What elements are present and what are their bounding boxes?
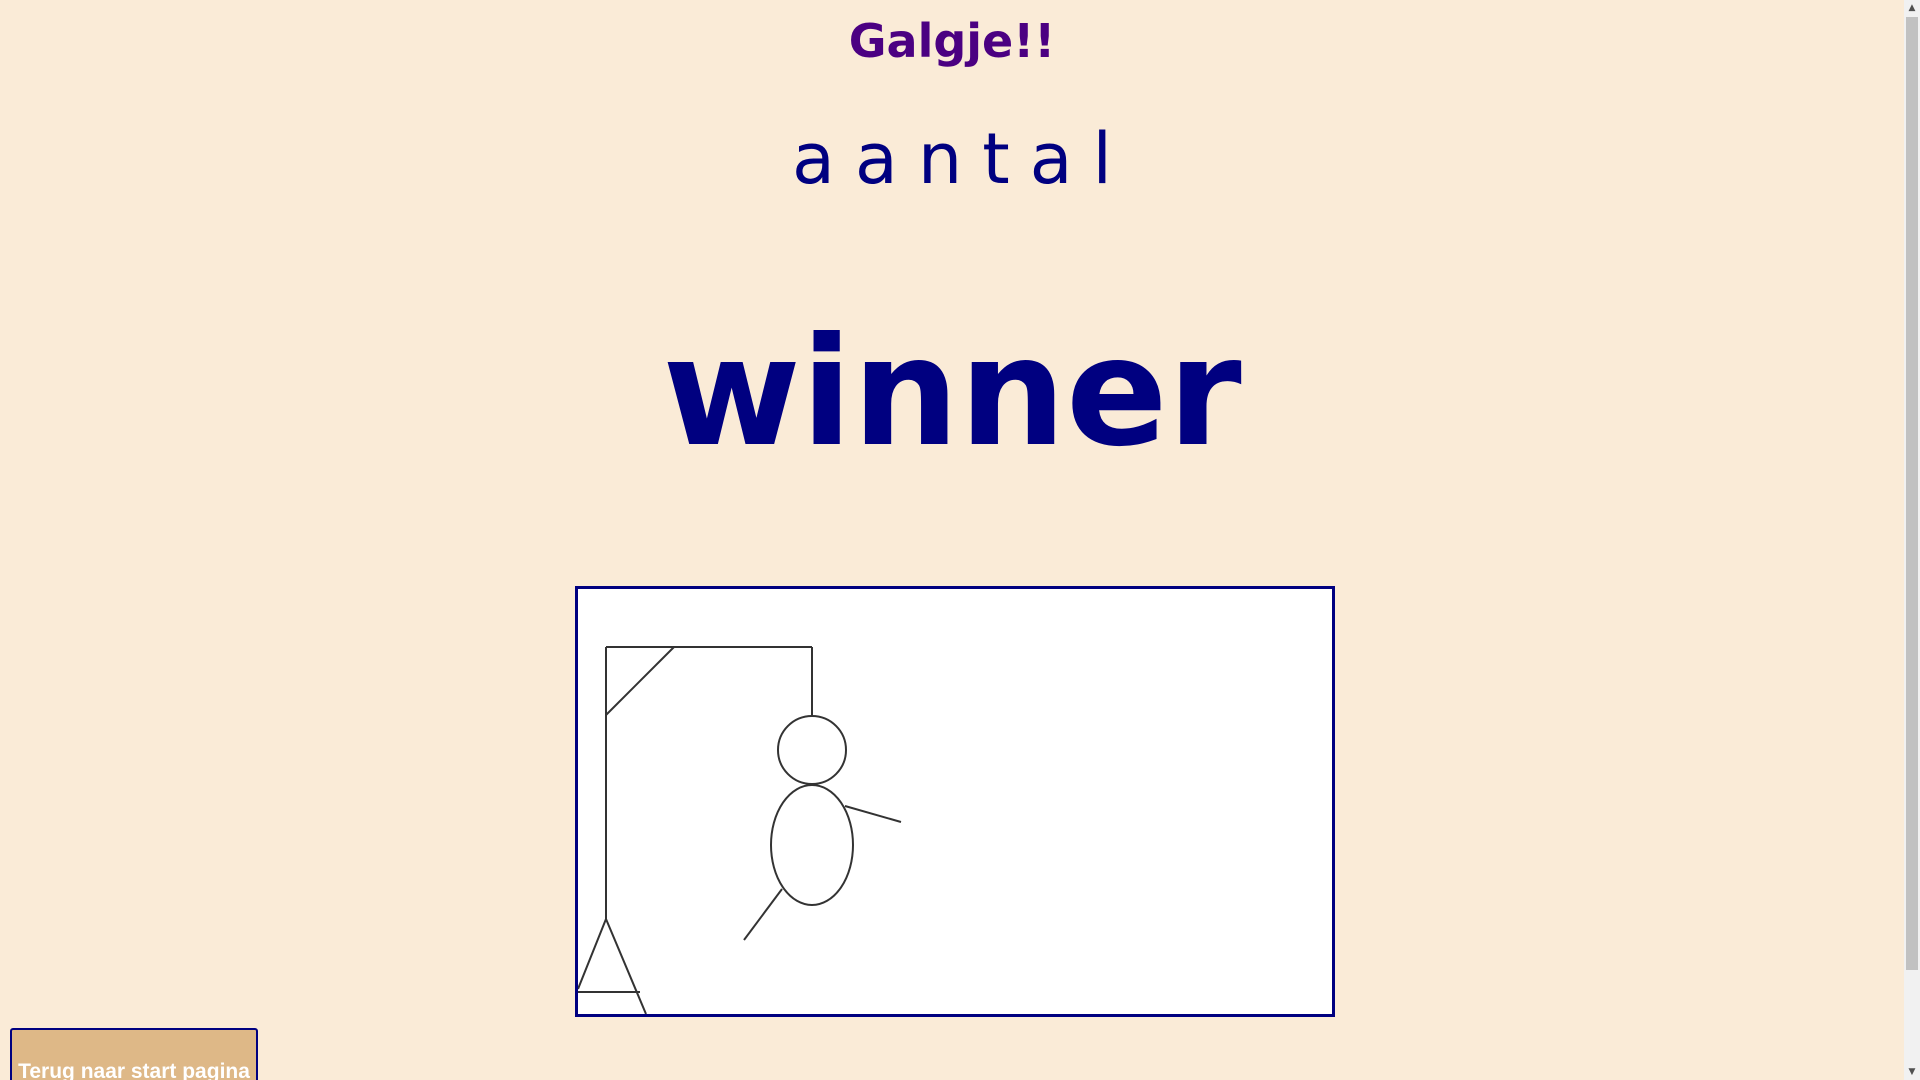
gallows-brace [605,646,675,716]
word-letter: t [982,118,1010,200]
chevron-up-icon[interactable]: ▲ [1904,0,1920,16]
word-letter: a [792,118,835,200]
word-letter: a [1029,118,1073,200]
guessed-word: aantal [0,118,1904,200]
word-letter: a [854,118,898,200]
hangman-arm [844,805,902,823]
result-message: winner [662,306,1242,480]
hangman-leg [743,888,783,941]
word-letter: l [1092,118,1112,200]
page-title: Galgje!! [848,14,1056,68]
hangman-head [777,715,847,785]
scrollbar-thumb[interactable] [1906,17,1918,970]
back-to-start-button[interactable]: Terug naar start pagina [10,1028,258,1080]
hangman-drawing [578,646,902,1014]
gallows-base [578,916,647,1014]
chevron-down-icon[interactable]: ▼ [1904,1064,1920,1080]
galgje-page: Galgje!! aantal winner Terug naar start … [0,0,1920,1080]
word-letter: n [917,118,963,200]
hangman-canvas [575,586,1335,1017]
hangman-body [770,784,854,906]
vertical-scrollbar[interactable]: ▲ ▼ [1904,0,1920,1080]
